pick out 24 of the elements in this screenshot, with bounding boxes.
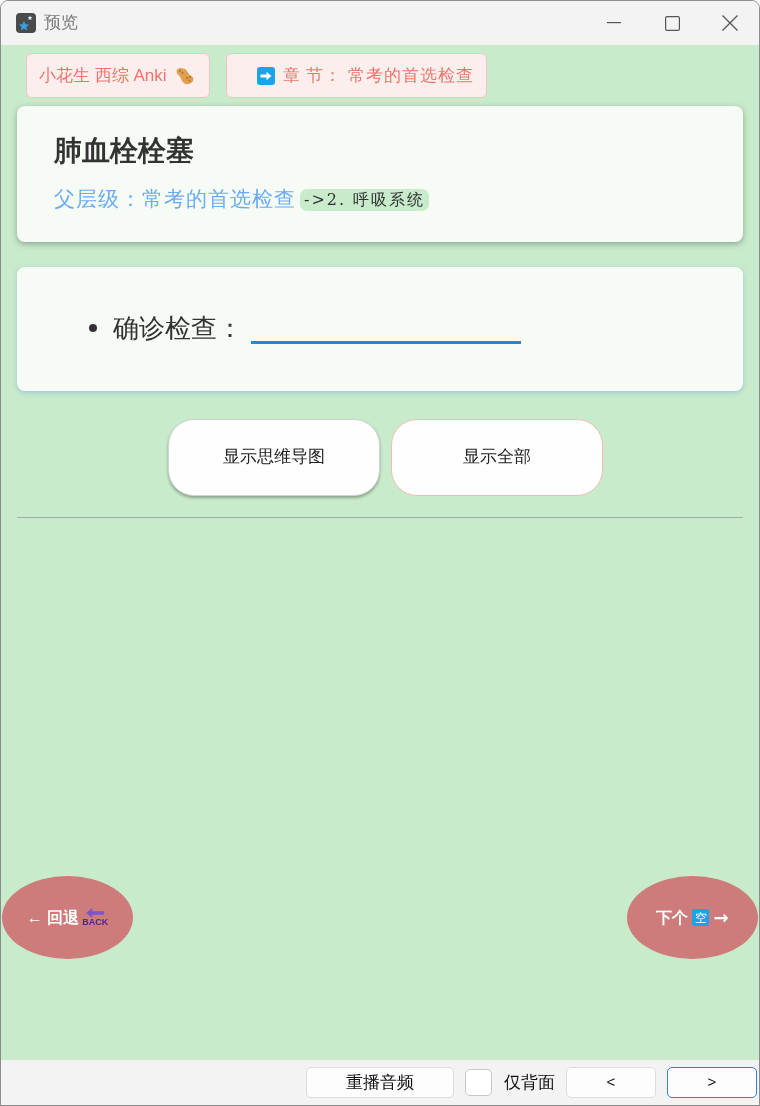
back-only-checkbox[interactable] [465,1069,492,1096]
replay-audio-button[interactable]: 重播音频 [306,1067,454,1098]
action-button[interactable]: 显示全部 [390,418,603,496]
close-icon [722,15,738,31]
parent-level-text: 父层级：常考的首选检查 [54,186,296,213]
chapter-label: 章 节： 常考的首选检查 [282,64,474,87]
previous-button[interactable]: < [566,1067,656,1098]
back-only-label: 仅背面 [504,1071,555,1094]
next-label: 下个 [656,907,689,928]
window-title: 预览 [44,12,78,35]
action-button[interactable]: 显示思维导图 [167,418,380,496]
note-title: 肺血栓栓塞 [54,134,195,168]
blank-tile-icon: 空 [692,909,710,926]
cloze-label: 确诊检查： [113,311,243,345]
maximize-icon [664,15,680,31]
next-card-button[interactable]: > [667,1067,757,1098]
deck-label: 小花生 西综 Anki [39,64,167,87]
app-logo-icon [16,13,36,33]
minimize-icon [607,22,621,24]
bullet-icon [89,323,97,332]
parent-level-badge: ->2. 呼吸系统 [300,188,430,211]
next-arrow: → [713,906,729,930]
back-label: ← 回退 [26,907,80,928]
peanut-icon [174,65,195,86]
